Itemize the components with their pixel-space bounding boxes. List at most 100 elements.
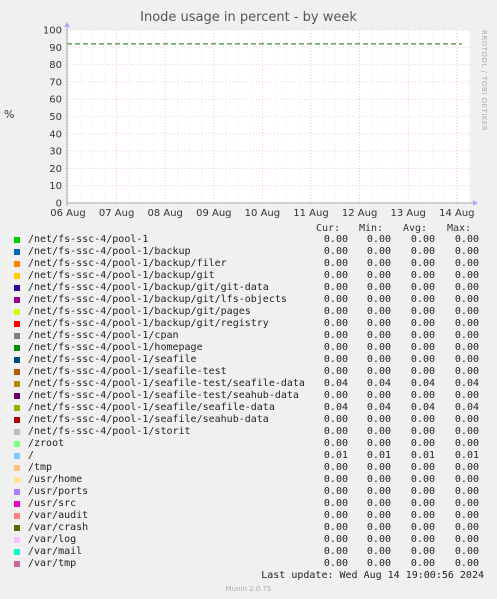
legend-value-max: 0.00 [454, 438, 479, 449]
legend-value-min: 0.00 [366, 342, 391, 353]
legend-value-max: 0.00 [454, 318, 479, 329]
legend-header-min: Min: [359, 223, 384, 234]
legend-series-name: /net/fs-ssc-4/pool-1 [28, 234, 149, 245]
legend-series-name: /net/fs-ssc-4/pool-1/backup/git [28, 270, 215, 281]
legend-value-avg: 0.00 [410, 510, 435, 521]
legend-value-cur: 0.04 [323, 402, 348, 413]
legend-value-min: 0.00 [366, 558, 391, 569]
legend-swatch [14, 561, 20, 567]
legend-value-max: 0.00 [454, 294, 479, 305]
legend-value-max: 0.00 [454, 282, 479, 293]
legend-series-name: /net/fs-ssc-4/pool-1/seafile-test/seahub… [28, 390, 299, 401]
legend-value-cur: 0.00 [323, 366, 348, 377]
legend-series-name: /var/mail [28, 546, 83, 557]
legend-value-min: 0.00 [366, 246, 391, 257]
legend-value-max: 0.00 [454, 354, 479, 365]
legend-value-cur: 0.00 [323, 462, 348, 473]
legend-row: /var/audit 0.00 0.00 0.00 0.00 [14, 510, 489, 522]
legend-value-cur: 0.00 [323, 390, 348, 401]
legend-value-avg: 0.04 [410, 378, 435, 389]
x-tick-label: 07 Aug [99, 208, 134, 219]
legend-value-min: 0.00 [366, 414, 391, 425]
chart-title: Inode usage in percent - by week [140, 10, 357, 25]
y-tick-label: 100 [43, 26, 62, 37]
legend-value-avg: 0.00 [410, 234, 435, 245]
y-tick-label: 80 [49, 60, 62, 71]
legend-value-cur: 0.00 [323, 342, 348, 353]
legend-value-min: 0.00 [366, 474, 391, 485]
legend-swatch [14, 369, 20, 375]
legend-swatch [14, 441, 20, 447]
legend-series-name: /zroot [28, 438, 65, 449]
legend-value-avg: 0.00 [410, 342, 435, 353]
legend-value-cur: 0.00 [323, 510, 348, 521]
x-tick-label: 10 Aug [245, 208, 280, 219]
legend-value-cur: 0.00 [323, 354, 348, 365]
legend-value-max: 0.00 [454, 462, 479, 473]
legend-row: /usr/home 0.00 0.00 0.00 0.00 [14, 474, 489, 486]
legend-value-cur: 0.00 [323, 486, 348, 497]
legend-series-name: /net/fs-ssc-4/pool-1/backup [28, 246, 191, 257]
legend-value-cur: 0.00 [323, 498, 348, 509]
legend-row: /var/crash 0.00 0.00 0.00 0.00 [14, 522, 489, 534]
legend-row: /net/fs-ssc-4/pool-1/seafile 0.00 0.00 0.00… [14, 354, 489, 366]
legend-value-min: 0.00 [366, 366, 391, 377]
legend-series-name: /tmp [28, 462, 53, 473]
legend-swatch [14, 465, 20, 471]
legend-series-name: /net/fs-ssc-4/pool-1/cpan [28, 330, 179, 341]
legend-value-min: 0.00 [366, 258, 391, 269]
legend-value-avg: 0.00 [410, 522, 435, 533]
legend-row: /net/fs-ssc-4/pool-1/seafile-test/seahub… [14, 390, 489, 402]
legend-swatch [14, 501, 20, 507]
legend-value-min: 0.00 [366, 462, 391, 473]
legend-row: /net/fs-ssc-4/pool-1/backup/git 0.00 0.00 0… [14, 270, 489, 282]
legend-swatch [14, 405, 20, 411]
legend-value-min: 0.00 [366, 486, 391, 497]
legend-value-avg: 0.00 [410, 390, 435, 401]
y-tick-label: 40 [49, 129, 62, 140]
legend-series-name: /net/fs-ssc-4/pool-1/backup/git/git-data [28, 282, 269, 293]
legend-value-max: 0.00 [454, 258, 479, 269]
legend-row: /net/fs-ssc-4/pool-1/seafile-test/seafil… [14, 378, 489, 390]
x-tick-label: 08 Aug [147, 208, 182, 219]
legend-series-name: / [28, 450, 35, 461]
legend-value-avg: 0.00 [410, 558, 435, 569]
legend-swatch [14, 477, 20, 483]
legend-value-min: 0.00 [366, 390, 391, 401]
legend-series-name: /usr/home [28, 474, 83, 485]
legend-row: /var/tmp 0.00 0.00 0.00 0.00 [14, 558, 489, 570]
legend-swatch [14, 537, 20, 543]
legend-row: /var/log 0.00 0.00 0.00 0.00 [14, 534, 489, 546]
legend-swatch [14, 261, 20, 267]
legend-series-name: /net/fs-ssc-4/pool-1/backup/git/lfs-obje… [28, 294, 287, 305]
legend-series-name: /net/fs-ssc-4/pool-1/backup/filer [28, 258, 227, 269]
legend-swatch [14, 525, 20, 531]
legend-value-cur: 0.00 [323, 282, 348, 293]
legend-value-min: 0.00 [366, 330, 391, 341]
legend-swatch [14, 513, 20, 519]
legend-row: /net/fs-ssc-4/pool-1/backup/git/pages 0.0… [14, 306, 489, 318]
legend-row: /net/fs-ssc-4/pool-1/backup/git/lfs-obje… [14, 294, 489, 306]
legend-value-max: 0.00 [454, 246, 479, 257]
legend-value-max: 0.00 [454, 366, 479, 377]
legend-value-cur: 0.00 [323, 522, 348, 533]
legend-value-min: 0.00 [366, 318, 391, 329]
legend-row: /tmp 0.00 0.00 0.00 0.00 [14, 462, 489, 474]
legend-value-max: 0.00 [454, 522, 479, 533]
legend-value-min: 0.00 [366, 234, 391, 245]
legend-swatch [14, 297, 20, 303]
legend-row: /net/fs-ssc-4/pool-1/homepage 0.00 0.00 0.0… [14, 342, 489, 354]
legend-value-cur: 0.00 [323, 546, 348, 557]
x-tick-label: 06 Aug [50, 208, 85, 219]
legend-row: /net/fs-ssc-4/pool-1/seafile/seahub-data… [14, 414, 489, 426]
legend-value-cur: 0.00 [323, 426, 348, 437]
legend-value-cur: 0.01 [323, 450, 348, 461]
legend-value-avg: 0.00 [410, 366, 435, 377]
legend-value-min: 0.00 [366, 354, 391, 365]
legend-header-avg: Avg: [403, 223, 428, 234]
legend-series-name: /net/fs-ssc-4/pool-1/homepage [28, 342, 203, 353]
legend-value-avg: 0.00 [410, 258, 435, 269]
legend-value-avg: 0.01 [410, 450, 435, 461]
legend-value-cur: 0.00 [323, 330, 348, 341]
legend-series-name: /var/tmp [28, 558, 77, 569]
